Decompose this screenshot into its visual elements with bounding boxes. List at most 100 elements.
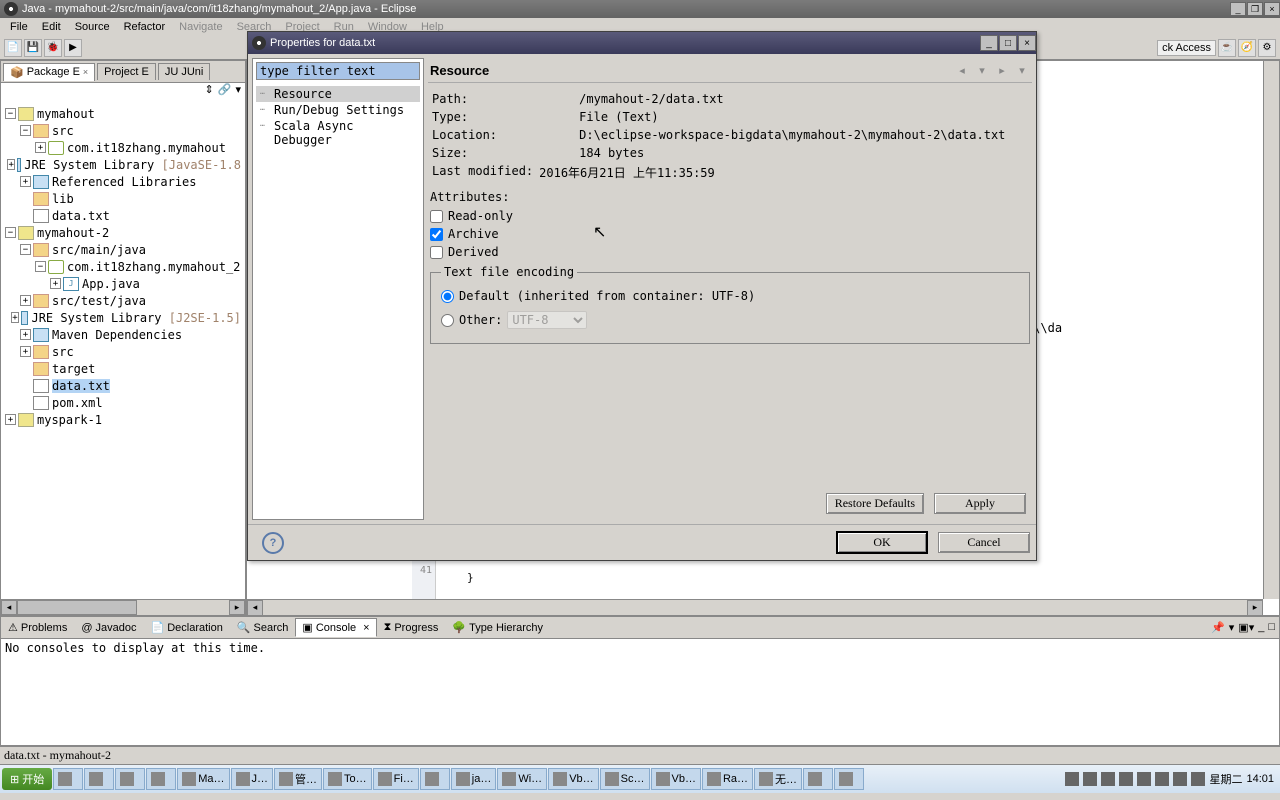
perspective-other[interactable]: ⚙ [1258,39,1276,57]
expand-toggle[interactable]: + [20,176,31,187]
scrollbar-horizontal[interactable]: ◂ ▸ [1,599,245,615]
tab-console[interactable]: ▣Console× [295,618,376,637]
encoding-select[interactable]: UTF-8 [507,311,587,329]
ok-button[interactable]: OK [836,531,928,554]
dialog-maximize-button[interactable]: □ [999,35,1017,51]
readonly-checkbox-row[interactable]: Read-only [430,207,1030,225]
dialog-minimize-button[interactable]: _ [980,35,998,51]
start-button[interactable]: ⊞开始 [2,768,52,790]
forward-icon[interactable]: ▸ [994,62,1010,78]
expand-toggle[interactable]: + [5,414,16,425]
minimize-icon[interactable]: _ [1258,621,1264,634]
package-tree[interactable]: −mymahout −src +com.it18zhang.mymahout +… [1,101,245,599]
expand-toggle[interactable]: + [20,346,31,357]
nav-item-resource[interactable]: Resource [256,86,420,102]
save-button[interactable]: 💾 [24,39,42,57]
menu-file[interactable]: File [4,19,34,35]
readonly-checkbox[interactable] [430,210,443,223]
tree-item-data-txt[interactable]: data.txt [52,379,110,393]
expand-toggle[interactable]: − [20,244,31,255]
tray-icon[interactable] [1083,772,1097,786]
expand-toggle[interactable]: − [20,125,31,136]
scroll-thumb[interactable] [17,600,137,615]
taskbar-item[interactable]: Fi… [373,768,419,790]
encoding-other-radio[interactable] [441,314,454,327]
scroll-left-icon[interactable]: ◂ [1,600,17,615]
expand-toggle[interactable]: + [35,142,46,153]
archive-checkbox-row[interactable]: Archive [430,225,1030,243]
tab-junit[interactable]: JU JUni [158,63,211,80]
back-icon[interactable]: ◂ [954,62,970,78]
tray-icon[interactable] [1137,772,1151,786]
help-icon[interactable]: ? [262,532,284,554]
tray-icon[interactable] [1173,772,1187,786]
menu-refactor[interactable]: Refactor [118,19,172,35]
dialog-close-button[interactable]: × [1018,35,1036,51]
taskbar-item[interactable]: 无… [754,768,802,790]
perspective-debug[interactable]: 🧭 [1238,39,1256,57]
taskbar-item[interactable]: Ra… [702,768,753,790]
taskbar-item[interactable]: Sc… [600,768,650,790]
new-button[interactable]: 📄 [4,39,22,57]
tray-icon[interactable] [1155,772,1169,786]
close-icon[interactable]: × [363,622,369,634]
restore-defaults-button[interactable]: Restore Defaults [826,493,924,514]
taskbar-item[interactable]: Ma… [177,768,229,790]
pin-console-icon[interactable]: 📌 [1211,621,1225,634]
debug-button[interactable]: 🐞 [44,39,62,57]
derived-checkbox[interactable] [430,246,443,259]
expand-toggle[interactable]: + [7,159,14,170]
display-console-icon[interactable]: ▾ [1229,621,1235,634]
encoding-default-radio[interactable] [441,290,454,303]
close-icon[interactable]: × [83,67,88,77]
taskbar-item[interactable] [84,768,114,790]
run-button[interactable]: ▶ [64,39,82,57]
encoding-other-row[interactable]: Other: UTF-8 [441,307,1019,333]
menu-navigate[interactable]: Navigate [173,19,228,35]
taskbar-item[interactable]: Wi… [497,768,547,790]
filter-input[interactable] [256,62,420,80]
taskbar-item[interactable]: Vb… [548,768,598,790]
menu-source[interactable]: Source [69,19,116,35]
back-menu-icon[interactable]: ▾ [974,62,990,78]
archive-checkbox[interactable] [430,228,443,241]
tray-icon[interactable] [1119,772,1133,786]
maximize-icon[interactable]: □ [1268,621,1275,634]
taskbar-item[interactable]: To… [323,768,372,790]
taskbar-item[interactable]: ja… [451,768,497,790]
tray-icon[interactable] [1191,772,1205,786]
expand-toggle[interactable]: − [5,108,16,119]
apply-button[interactable]: Apply [934,493,1026,514]
perspective-java[interactable]: ☕ [1218,39,1236,57]
taskbar-item[interactable]: Vb… [651,768,701,790]
tab-project-explorer[interactable]: Project E [97,63,156,80]
scrollbar-vertical[interactable] [1263,61,1279,599]
nav-item-run-debug[interactable]: Run/Debug Settings [256,102,420,118]
nav-item-scala-debugger[interactable]: Scala Async Debugger [256,118,420,148]
minimize-button[interactable]: _ [1230,2,1246,16]
collapse-all-icon[interactable]: ⇕ [205,83,214,101]
expand-toggle[interactable]: + [50,278,61,289]
taskbar-item[interactable] [115,768,145,790]
expand-toggle[interactable]: + [11,312,18,323]
tab-declaration[interactable]: 📄Declaration [144,618,230,637]
tab-package-explorer[interactable]: 📦 Package E × [3,63,95,81]
scroll-right-icon[interactable]: ▸ [229,600,245,615]
forward-menu-icon[interactable]: ▾ [1014,62,1030,78]
scroll-right-icon[interactable]: ▸ [1247,600,1263,616]
scroll-left-icon[interactable]: ◂ [247,600,263,616]
link-editor-icon[interactable]: 🔗 [218,83,232,101]
taskbar-item[interactable] [53,768,83,790]
taskbar-item[interactable] [146,768,176,790]
taskbar-item[interactable] [420,768,450,790]
view-menu-icon[interactable]: ▾ [235,83,241,101]
open-console-icon[interactable]: ▣▾ [1238,621,1254,634]
tab-search[interactable]: 🔍Search [230,618,296,637]
tray-icon[interactable] [1101,772,1115,786]
restore-button[interactable]: ❐ [1247,2,1263,16]
taskbar-item[interactable] [803,768,833,790]
expand-toggle[interactable]: − [35,261,46,272]
encoding-default-row[interactable]: Default (inherited from container: UTF-8… [441,285,1019,307]
close-button[interactable]: × [1264,2,1280,16]
tab-type-hierarchy[interactable]: 🌳Type Hierarchy [445,618,550,637]
